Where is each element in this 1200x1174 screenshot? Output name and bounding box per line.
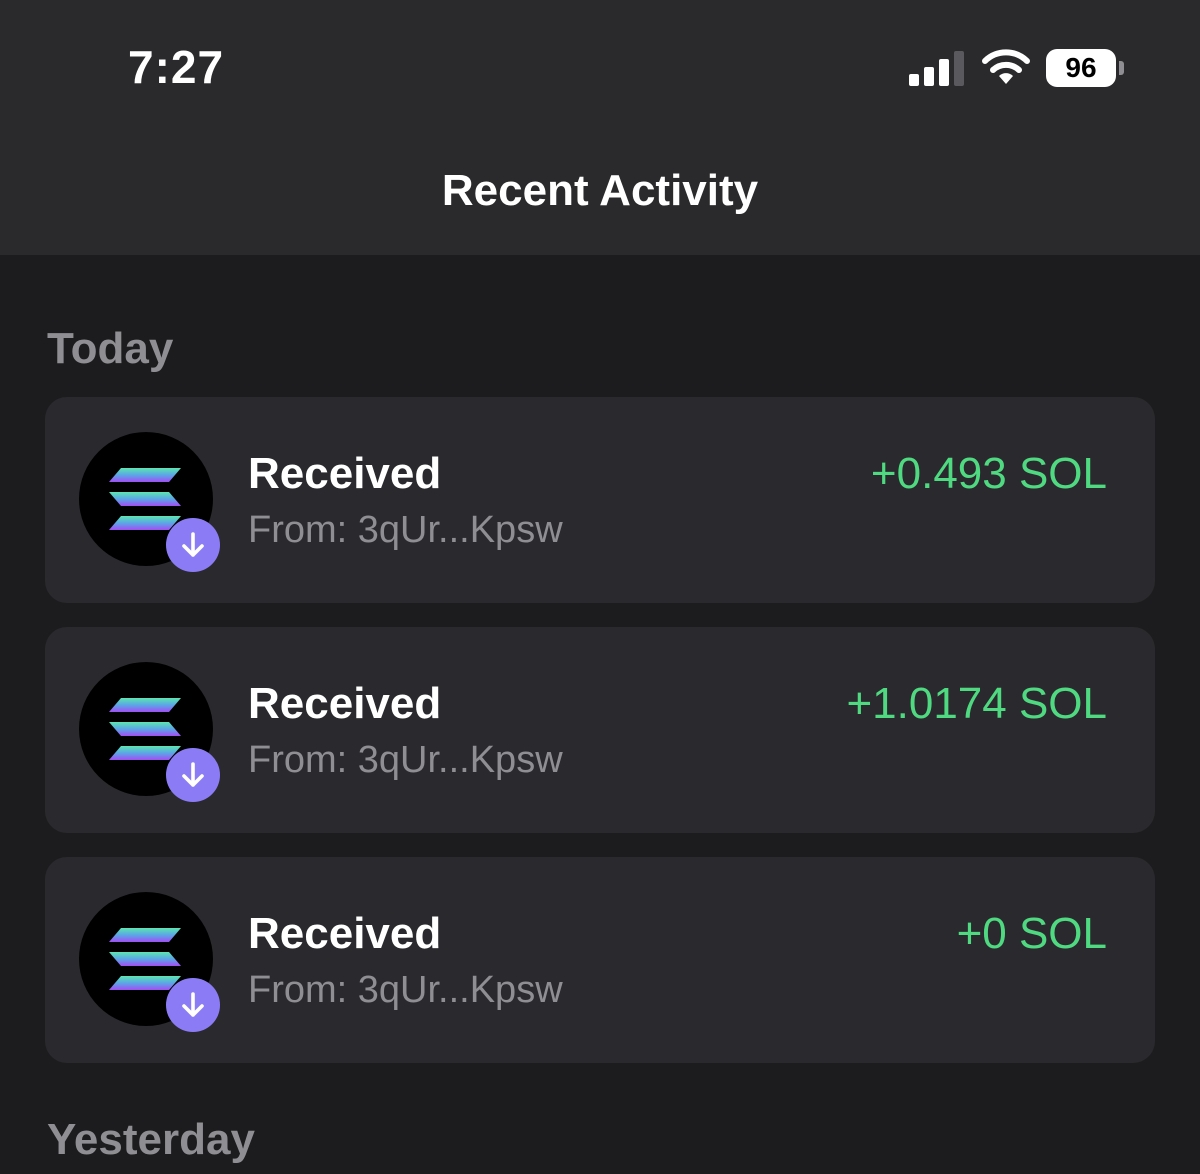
activity-sender: From: 3qUr...Kpsw — [248, 969, 563, 1011]
activity-amount: +1.0174 SOL — [846, 679, 1107, 728]
wifi-icon — [982, 49, 1030, 84]
activity-item[interactable]: Received From: 3qUr...Kpsw +0 SOL — [45, 857, 1155, 1063]
activity-sender: From: 3qUr...Kpsw — [248, 509, 563, 551]
activity-title: Received — [248, 909, 442, 958]
signal-icon — [909, 51, 964, 86]
battery-icon: 96 — [1046, 49, 1126, 87]
activity-title: Received — [248, 679, 442, 728]
page-title: Recent Activity — [441, 166, 759, 215]
section-header-today: Today — [47, 324, 174, 373]
section-header-yesterday: Yesterday — [47, 1115, 255, 1164]
battery-level: 96 — [1046, 49, 1116, 87]
activity-sender: From: 3qUr...Kpsw — [248, 739, 563, 781]
status-time: 7:27 — [128, 41, 225, 93]
activity-title: Received — [248, 449, 442, 498]
activity-amount: +0 SOL — [956, 909, 1107, 958]
battery-cap — [1119, 61, 1124, 75]
top-bar: 7:27 96 Recent Activity — [0, 0, 1200, 255]
activity-item[interactable]: Received From: 3qUr...Kpsw +1.0174 SOL — [45, 627, 1155, 833]
activity-item[interactable]: Received From: 3qUr...Kpsw +0.493 SOL — [45, 397, 1155, 603]
status-bar: 7:27 96 — [0, 0, 1200, 130]
arrow-down-icon — [166, 748, 220, 802]
arrow-down-icon — [166, 978, 220, 1032]
arrow-down-icon — [166, 518, 220, 572]
activity-amount: +0.493 SOL — [870, 449, 1107, 498]
